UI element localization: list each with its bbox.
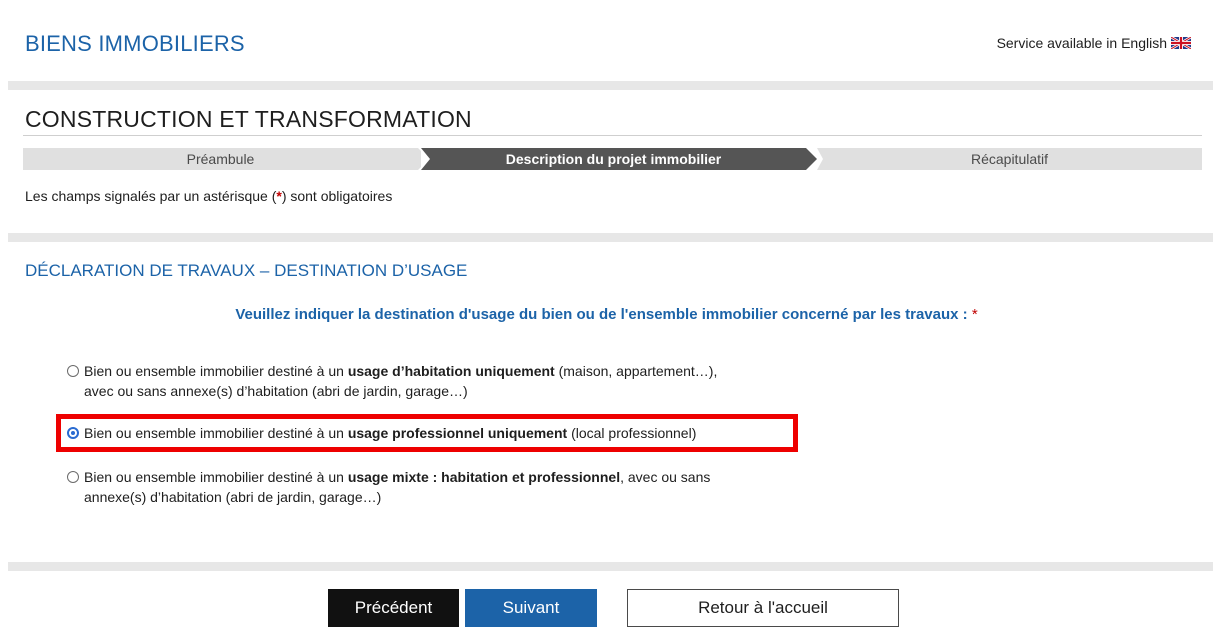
step-recapitulatif: Récapitulatif (817, 148, 1202, 170)
title-underline (23, 135, 1202, 136)
language-link-label: Service available in English (996, 35, 1167, 51)
step-description-projet: Description du projet immobilier (421, 148, 806, 170)
option-mixte[interactable]: Bien ou ensemble immobilier destiné à un… (67, 467, 710, 507)
radio-professionnel[interactable] (67, 427, 79, 439)
step-separator-icon (806, 148, 817, 170)
uk-flag-icon (1171, 37, 1191, 49)
usage-question: Veuillez indiquer la destination d'usage… (235, 306, 978, 323)
step-preambule: Préambule (23, 148, 418, 170)
english-language-link[interactable]: Service available in English (997, 35, 1191, 51)
page-title: CONSTRUCTION ET TRANSFORMATION (25, 106, 472, 132)
section-title: DÉCLARATION DE TRAVAUX – DESTINATION D’U… (25, 261, 468, 280)
app-title: BIENS IMMOBILIERS (25, 31, 245, 56)
option-professionnel[interactable]: Bien ou ensemble immobilier destiné à un… (67, 423, 696, 443)
previous-button[interactable]: Précédent (328, 589, 459, 627)
mandatory-fields-note: Les champs signalés par un astérisque (*… (25, 188, 393, 204)
radio-mixte[interactable] (67, 471, 79, 483)
divider-bottom (8, 562, 1213, 571)
divider-middle (8, 233, 1213, 242)
divider-top (8, 81, 1213, 90)
back-to-home-button[interactable]: Retour à l'accueil (627, 589, 899, 627)
step-separator-icon (817, 148, 823, 170)
progress-stepper: Préambule Description du projet immobili… (23, 148, 1202, 170)
radio-habitation[interactable] (67, 365, 79, 377)
step-separator-icon (421, 148, 430, 170)
next-button[interactable]: Suivant (465, 589, 597, 627)
option-habitation[interactable]: Bien ou ensemble immobilier destiné à un… (67, 361, 717, 401)
required-asterisk: * (971, 306, 978, 323)
